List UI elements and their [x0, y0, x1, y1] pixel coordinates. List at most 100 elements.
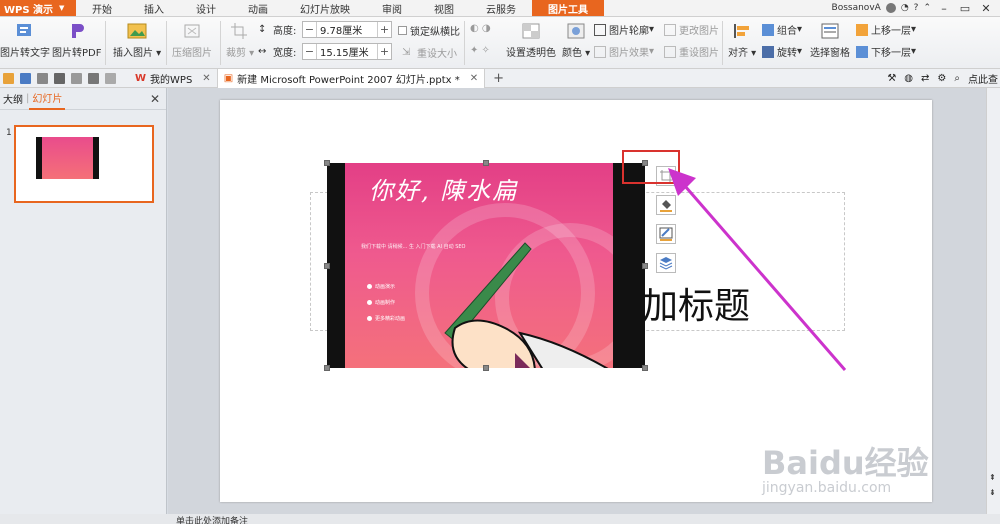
close-icon[interactable]: ✕ [978, 2, 994, 15]
close-tab-icon[interactable]: ✕ [470, 73, 478, 84]
search-icon[interactable]: ⌕ [954, 73, 960, 84]
crop-button[interactable]: 裁剪 ▾ [226, 21, 254, 59]
tab-picture-tools[interactable]: 图片工具 [532, 0, 604, 16]
height-decrease-button[interactable]: − [303, 23, 316, 36]
close-tab-icon[interactable]: ✕ [202, 73, 210, 84]
skin-icon[interactable]: ◍ [904, 73, 913, 84]
minimize-icon[interactable]: – [936, 2, 952, 15]
print-icon[interactable] [54, 72, 65, 84]
slide-thumbnail[interactable] [14, 125, 154, 203]
compress-picture-button[interactable]: 压缩图片 [172, 21, 212, 59]
search-label[interactable]: 点此查 [968, 71, 998, 86]
resize-handle[interactable] [324, 263, 330, 269]
selected-picture[interactable]: 你好, 陳水扁 我们下载中 请稍候... 生 入门下载 AI 自动 SEO 动画… [327, 163, 645, 368]
open-icon[interactable] [3, 72, 14, 84]
tab-slides[interactable]: 幻灯片 [29, 88, 66, 110]
redo-icon[interactable] [105, 72, 116, 84]
panel-close-icon[interactable]: ✕ [150, 92, 160, 106]
align-button[interactable]: 对齐 ▾ [728, 21, 756, 59]
maximize-icon[interactable]: ▭ [957, 2, 973, 15]
height-increase-button[interactable]: + [378, 23, 391, 36]
next-slide-icon[interactable]: ⇟ [989, 488, 996, 497]
prev-slide-icon[interactable]: ⇞ [989, 473, 996, 482]
contrast-icon[interactable]: ✦ ✧ [470, 45, 490, 56]
pic-to-pdf-button[interactable]: 图片转PDF [52, 21, 101, 59]
reset-picture-icon [664, 45, 676, 58]
send-backward-button[interactable]: 下移一层 ▾ [856, 44, 916, 59]
ribbon: 图片转文字 图片转PDF 插入图片 ▾ 压缩图片 裁剪 ▾ ↕ 高度: − 9.7… [0, 17, 1000, 69]
resize-handle[interactable] [324, 160, 330, 166]
bring-forward-button[interactable]: 上移一层 ▾ [856, 22, 916, 37]
group-button[interactable]: 组合 ▾ [762, 22, 802, 37]
notes-placeholder[interactable]: 单击此处添加备注 [176, 514, 248, 524]
pen-outline-icon [594, 23, 606, 36]
user-name[interactable]: BossanovA [832, 3, 881, 13]
picture-background: 你好, 陳水扁 我们下载中 请稍候... 生 入门下载 AI 自动 SEO 动画… [345, 163, 613, 368]
doc-tab-my-wps[interactable]: W 我的WPS ✕ [129, 68, 218, 88]
lock-ratio-checkbox[interactable]: 锁定纵横比 [398, 23, 460, 38]
rotate-button[interactable]: 旋转 ▾ [762, 44, 802, 59]
tools-icon[interactable]: ⚒ [887, 73, 896, 84]
notes-bar[interactable]: 单击此处添加备注 [0, 514, 1000, 524]
pic-to-text-label: 图片转文字 [0, 48, 50, 59]
export-icon[interactable] [37, 72, 48, 84]
save-icon[interactable] [20, 72, 31, 84]
resize-handle[interactable] [642, 365, 648, 371]
align-icon [732, 21, 752, 41]
change-picture-button[interactable]: 更改图片 [664, 22, 719, 37]
width-value[interactable]: 15.15厘米 [316, 44, 378, 59]
reset-size-button[interactable]: ⇲ 重设大小 [402, 45, 457, 61]
tab-home[interactable]: 开始 [76, 0, 128, 16]
ribbon-toggle-icon[interactable]: ⌃ [923, 3, 931, 13]
tab-review[interactable]: 审阅 [366, 0, 418, 16]
skin-icon[interactable]: ◔ [901, 3, 909, 13]
tab-outline[interactable]: 大纲 [0, 91, 26, 106]
resize-handle[interactable] [642, 263, 648, 269]
doc-tab-label: 新建 Microsoft PowerPoint 2007 幻灯片.pptx * [237, 74, 460, 86]
user-avatar-icon[interactable] [885, 3, 896, 13]
watermark-brand: Baidu经验 [762, 444, 929, 482]
width-icon: ↔ [258, 45, 267, 57]
resize-handle[interactable] [483, 160, 489, 166]
color-button[interactable]: 颜色 ▾ [562, 21, 590, 59]
resize-handle[interactable] [324, 365, 330, 371]
help-icon[interactable]: ? [914, 3, 919, 13]
width-label: ↔ 宽度: [258, 44, 296, 60]
tab-insert[interactable]: 插入 [128, 0, 180, 16]
wps-logo-icon: W [135, 72, 147, 84]
set-transparent-button[interactable]: 设置透明色 [506, 21, 556, 59]
thumbnail-picture [36, 137, 99, 179]
preview-icon[interactable] [71, 72, 82, 84]
group-icon [762, 23, 774, 36]
new-tab-icon[interactable]: + [493, 71, 504, 86]
insert-picture-button[interactable]: 插入图片 ▾ [113, 21, 161, 59]
crop-label: 裁剪 ▾ [226, 48, 255, 59]
brightness-icon[interactable]: ◐ ◑ [470, 23, 491, 34]
app-menu-button[interactable]: WPS 演示 ▼ [0, 0, 76, 16]
settings-icon[interactable]: ⚙ [937, 73, 946, 84]
pic-to-text-button[interactable]: 图片转文字 [0, 21, 50, 59]
selection-pane-button[interactable]: 选择窗格 [810, 21, 850, 59]
width-stepper[interactable]: − 15.15厘米 + [302, 43, 392, 60]
width-increase-button[interactable]: + [378, 45, 391, 58]
picture-effect-button[interactable]: 图片效果 ▾ [594, 44, 654, 59]
tab-animation[interactable]: 动画 [232, 0, 284, 16]
doc-tab-presentation[interactable]: ▣ 新建 Microsoft PowerPoint 2007 幻灯片.pptx *… [217, 68, 486, 88]
checkbox-icon[interactable] [398, 26, 407, 35]
height-stepper[interactable]: − 9.78厘米 + [302, 21, 392, 38]
vertical-scrollbar[interactable]: ⇞ ⇟ [986, 88, 1000, 514]
picture-bullet: 更多精彩动画 [367, 315, 405, 322]
undo-icon[interactable] [88, 72, 99, 84]
tab-view[interactable]: 视图 [418, 0, 470, 16]
reset-picture-button[interactable]: 重设图片 [664, 44, 719, 59]
share-icon[interactable]: ⇄ [921, 73, 929, 84]
width-decrease-button[interactable]: − [303, 45, 316, 58]
resize-handle[interactable] [483, 365, 489, 371]
tab-design[interactable]: 设计 [180, 0, 232, 16]
compress-icon [182, 21, 202, 41]
height-value[interactable]: 9.78厘米 [316, 22, 378, 37]
tab-cloud[interactable]: 云服务 [470, 0, 532, 16]
color-text: 颜色 [562, 48, 582, 59]
picture-outline-button[interactable]: 图片轮廓 ▾ [594, 22, 654, 37]
tab-slideshow[interactable]: 幻灯片放映 [284, 0, 366, 16]
